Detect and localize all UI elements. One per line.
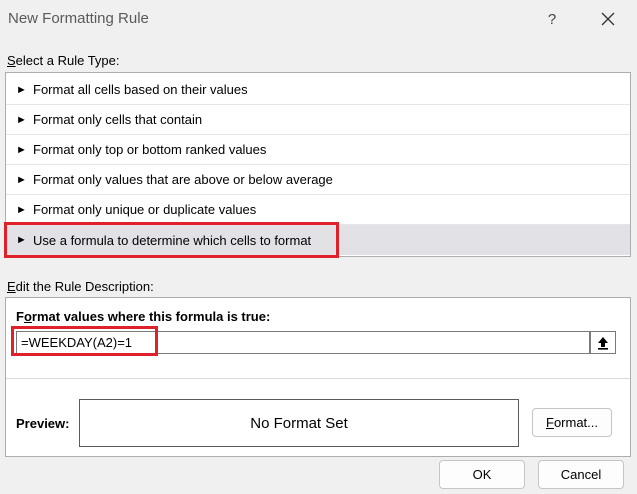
rule-type-item-label: Format only values that are above or bel… xyxy=(33,172,333,187)
rule-type-item[interactable]: ► Format all cells based on their values xyxy=(6,75,630,105)
title-bar: New Formatting Rule ? xyxy=(0,0,637,38)
rule-type-label: Select a Rule Type: xyxy=(7,53,120,68)
rule-type-item-label: Format only unique or duplicate values xyxy=(33,202,257,217)
rule-type-item-selected[interactable]: ► Use a formula to determine which cells… xyxy=(6,225,630,255)
preview-box: No Format Set xyxy=(79,399,519,447)
formula-label: Format values where this formula is true… xyxy=(16,309,271,324)
dialog-title: New Formatting Rule xyxy=(8,10,149,27)
close-button[interactable] xyxy=(594,5,622,33)
arrow-right-icon: ► xyxy=(16,113,27,126)
arrow-right-icon: ► xyxy=(16,143,27,156)
rule-type-item[interactable]: ► Format only cells that contain xyxy=(6,105,630,135)
upload-arrow-icon xyxy=(598,336,608,350)
rule-type-item-label: Format only cells that contain xyxy=(33,112,203,127)
ok-button[interactable]: OK xyxy=(439,460,525,489)
close-icon xyxy=(601,12,615,26)
rule-type-item-label: Format only top or bottom ranked values xyxy=(33,142,267,157)
divider xyxy=(6,378,630,379)
arrow-right-icon: ► xyxy=(16,173,27,186)
help-button[interactable]: ? xyxy=(538,5,566,33)
preview-text: No Format Set xyxy=(250,414,348,432)
preview-label: Preview: xyxy=(16,416,70,431)
help-icon: ? xyxy=(547,10,557,28)
format-button[interactable]: Format... xyxy=(532,408,612,437)
rule-type-item-label: Format all cells based on their values xyxy=(33,82,248,97)
arrow-right-icon: ► xyxy=(16,203,27,216)
cancel-button[interactable]: Cancel xyxy=(538,460,624,489)
rule-type-item[interactable]: ► Format only unique or duplicate values xyxy=(6,195,630,225)
rule-type-item[interactable]: ► Format only top or bottom ranked value… xyxy=(6,135,630,165)
rule-type-list[interactable]: ► Format all cells based on their values… xyxy=(5,72,631,257)
collapse-dialog-button[interactable] xyxy=(590,331,616,354)
rule-description-label: Edit the Rule Description: xyxy=(7,279,154,294)
formula-input[interactable] xyxy=(16,331,590,354)
rule-type-item[interactable]: ► Format only values that are above or b… xyxy=(6,165,630,195)
rule-description-panel: Format values where this formula is true… xyxy=(5,297,631,457)
rule-type-item-label: Use a formula to determine which cells t… xyxy=(33,232,312,248)
arrow-right-icon: ► xyxy=(16,234,27,246)
arrow-right-icon: ► xyxy=(16,83,27,96)
